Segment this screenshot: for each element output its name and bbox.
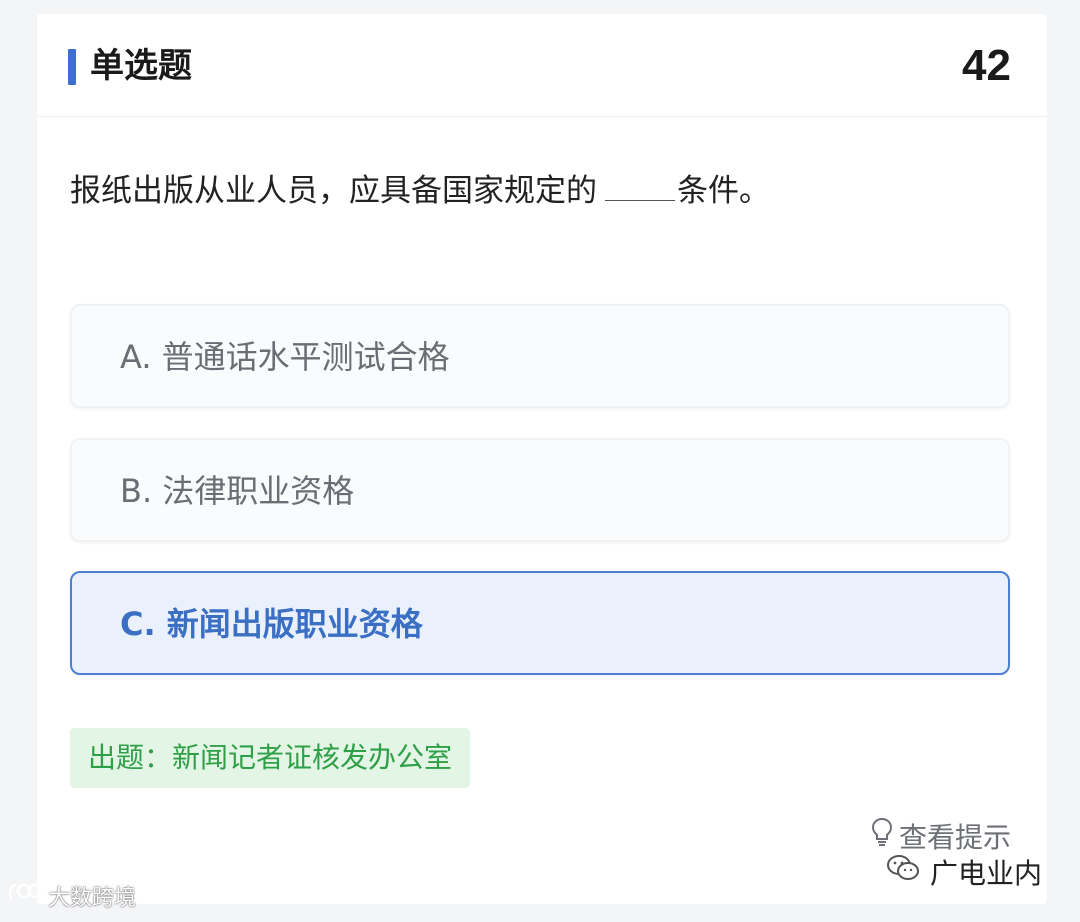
header-accent-bar — [68, 49, 76, 85]
option-a[interactable]: A. 普通话水平测试合格 — [70, 304, 1010, 408]
question-card: 单选题 42 报纸出版从业人员，应具备国家规定的 条件。 A. 普通话水平测试合格… — [37, 14, 1047, 904]
source-badge: 出题：新闻记者证核发办公室 — [70, 728, 471, 788]
option-c-label: C. 新闻出版职业资格 — [120, 605, 423, 643]
question-text-before: 报纸出版从业人员，应具备国家规定的 — [70, 173, 597, 209]
question-type-title: 单选题 — [90, 46, 192, 86]
watermark-right: 广电业内 — [886, 852, 1042, 896]
watermark-left-text: 大数跨境 — [48, 885, 137, 911]
question-number: 42 — [962, 41, 1011, 90]
watermark-right-text: 广电业内 — [929, 857, 1042, 890]
question-header: 单选题 42 — [37, 14, 1047, 117]
question-text-after: 条件。 — [677, 173, 770, 209]
fill-blank — [605, 172, 675, 201]
watermark-left: 大数跨境 — [6, 880, 136, 917]
option-a-label: A. 普通话水平测试合格 — [120, 338, 450, 376]
option-c[interactable]: C. 新闻出版职业资格 — [70, 571, 1010, 675]
question-text: 报纸出版从业人员，应具备国家规定的 条件。 — [70, 166, 770, 216]
option-b-label: B. 法律职业资格 — [120, 472, 355, 510]
wechat-icon — [886, 852, 930, 896]
brand-logo-icon — [6, 880, 43, 917]
option-b[interactable]: B. 法律职业资格 — [70, 438, 1010, 542]
